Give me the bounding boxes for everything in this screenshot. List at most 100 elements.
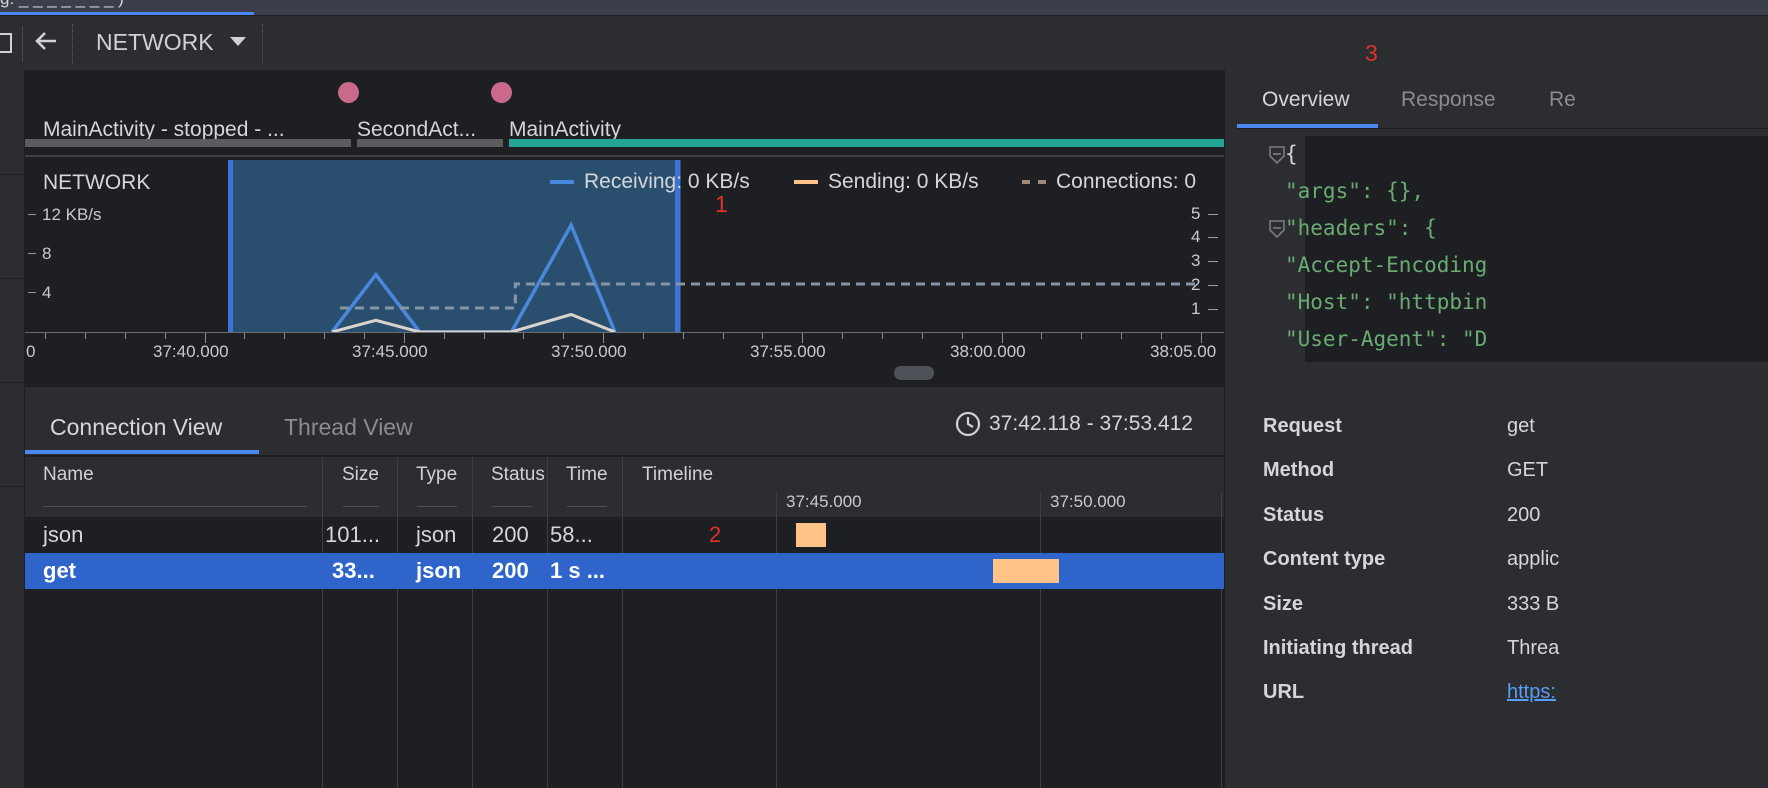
- x-tick-mark: [682, 333, 684, 339]
- activity-bar[interactable]: [357, 139, 503, 147]
- x-tick-mark: [85, 333, 86, 339]
- window-title: g: _ _ _ _ _ _ _ ): [0, 0, 124, 9]
- fold-icon[interactable]: [1269, 220, 1285, 238]
- annotation-1: 1: [715, 191, 728, 217]
- filter-line: [343, 506, 379, 507]
- x-tick-mark: [363, 333, 365, 339]
- x-tick-mark: [523, 333, 525, 339]
- y-tick-label: 8: [42, 244, 52, 263]
- splitter[interactable]: [25, 386, 1224, 397]
- row-name: get: [43, 558, 76, 583]
- column-header-type[interactable]: Type: [416, 457, 457, 493]
- column-header-name[interactable]: Name: [43, 457, 94, 493]
- prop-value: 200: [1507, 504, 1541, 526]
- chevron-down-icon: [230, 37, 246, 46]
- event-marker[interactable]: [491, 82, 512, 103]
- back-arrow-icon[interactable]: [34, 30, 58, 52]
- fold-icon[interactable]: [1269, 146, 1285, 164]
- table-subheader: 37:45.000 37:50.000: [25, 492, 1224, 517]
- toolbar-separator: [262, 24, 264, 64]
- network-monitor: MainActivity - stopped - ... SecondAct..…: [25, 71, 1224, 386]
- activity-bar[interactable]: [25, 139, 351, 147]
- json-line: "headers": {: [1285, 216, 1437, 240]
- x-tick-mark: [244, 333, 246, 339]
- divider: [1237, 128, 1768, 129]
- selection-range-label: 37:42.118 - 37:53.412: [989, 412, 1193, 435]
- response-body-preview: { "args": {}, "headers": { "Accept-Encod…: [1263, 136, 1768, 362]
- y-tick-mark: [28, 292, 36, 293]
- column-header-status[interactable]: Status: [491, 457, 545, 493]
- x-tick-mark: [921, 333, 923, 339]
- tab-connection-view[interactable]: Connection View: [25, 402, 259, 454]
- table-header: Name Size Type Status Time Timeline: [25, 457, 1224, 493]
- tab-thread-view[interactable]: Thread View: [265, 402, 445, 454]
- row-name: json: [43, 522, 84, 547]
- event-marker[interactable]: [338, 82, 359, 103]
- horizontal-scrollbar-thumb[interactable]: [894, 366, 934, 380]
- series-connections: [339, 282, 1201, 310]
- table-row[interactable]: json 101... json 200 58... 2: [25, 517, 1224, 553]
- connection-details-panel: 3 Overview Response Re { "args": {}, "he…: [1237, 40, 1768, 788]
- prop-value: GET: [1507, 459, 1549, 481]
- x-tick-mark: [1160, 333, 1162, 339]
- tab-label: Overview: [1262, 88, 1350, 111]
- lower-panel: Connection View Thread View 37:42.118 - …: [25, 386, 1224, 788]
- y2-tick-label: 1: [1191, 299, 1201, 318]
- table-row-selected[interactable]: get 33... json 200 1 s ...: [25, 553, 1224, 589]
- vertical-splitter[interactable]: [1224, 70, 1238, 788]
- tab-selected-indicator: [25, 450, 259, 454]
- column-divider[interactable]: [472, 457, 473, 788]
- tab-response[interactable]: Response: [1385, 84, 1515, 128]
- column-divider[interactable]: [397, 457, 398, 788]
- timeline-tick-label: 37:45.000: [786, 492, 862, 511]
- x-tick-label: 38:05.00: [1150, 342, 1217, 361]
- x-tick-mark: [164, 333, 166, 339]
- legend-sending-swatch: [794, 180, 818, 184]
- tab-overview[interactable]: Overview: [1237, 84, 1378, 128]
- x-tick-mark: [45, 333, 47, 339]
- y2-tick-label: 2: [1191, 275, 1201, 294]
- json-line: "Accept-Encoding: [1285, 253, 1488, 277]
- square-icon[interactable]: [0, 33, 12, 53]
- column-divider[interactable]: [622, 457, 623, 788]
- y2-tick-mark: [1208, 309, 1218, 310]
- annotation-3: 3: [1365, 40, 1378, 66]
- url-link[interactable]: https:: [1507, 681, 1556, 704]
- tab-label: Connection View: [50, 414, 223, 440]
- timeline-bar[interactable]: [796, 523, 826, 547]
- active-tab-indicator: [0, 12, 254, 15]
- column-divider[interactable]: [547, 457, 548, 788]
- x-tick-mark: [882, 333, 883, 339]
- filter-line: [567, 506, 607, 507]
- timeline-tick-label: 37:50.000: [1050, 492, 1126, 511]
- column-divider[interactable]: [322, 457, 323, 788]
- x-tick-label: 37:50.000: [551, 342, 627, 361]
- x-tick-mark: [961, 333, 963, 339]
- x-tick-label: 37:40.000: [153, 342, 229, 361]
- y2-tick-mark: [1208, 237, 1218, 238]
- filter-line: [417, 506, 457, 507]
- y2-tick-label: 4: [1191, 227, 1201, 246]
- prop-value: get: [1507, 415, 1535, 437]
- x-tick-label: 0: [26, 342, 36, 361]
- timeline-bar[interactable]: [993, 559, 1059, 583]
- legend-receiving-swatch: [550, 180, 574, 184]
- json-line: "Host": "httpbin: [1285, 290, 1488, 314]
- y2-tick-mark: [1208, 261, 1218, 262]
- x-tick-label: 37:55.000: [750, 342, 826, 361]
- prop-key: URL: [1263, 681, 1305, 703]
- column-header-timeline[interactable]: Timeline: [642, 457, 713, 493]
- json-line: {: [1285, 142, 1298, 166]
- x-tick-mark: [1041, 333, 1043, 339]
- x-tick-mark: [642, 333, 644, 339]
- prop-value: 333 B: [1507, 593, 1560, 615]
- legend-sending: Sending: 0 KB/s: [828, 170, 979, 193]
- row-time: 58...: [550, 522, 593, 547]
- column-header-size[interactable]: Size: [342, 457, 379, 493]
- column-header-time[interactable]: Time: [566, 457, 608, 493]
- profiler-selector-label: NETWORK: [96, 29, 214, 55]
- toolbar-separator: [22, 26, 23, 62]
- tab-request[interactable]: Re: [1519, 84, 1579, 128]
- activity-bar-active[interactable]: [509, 139, 1224, 147]
- y-tick-label: 4: [42, 283, 52, 302]
